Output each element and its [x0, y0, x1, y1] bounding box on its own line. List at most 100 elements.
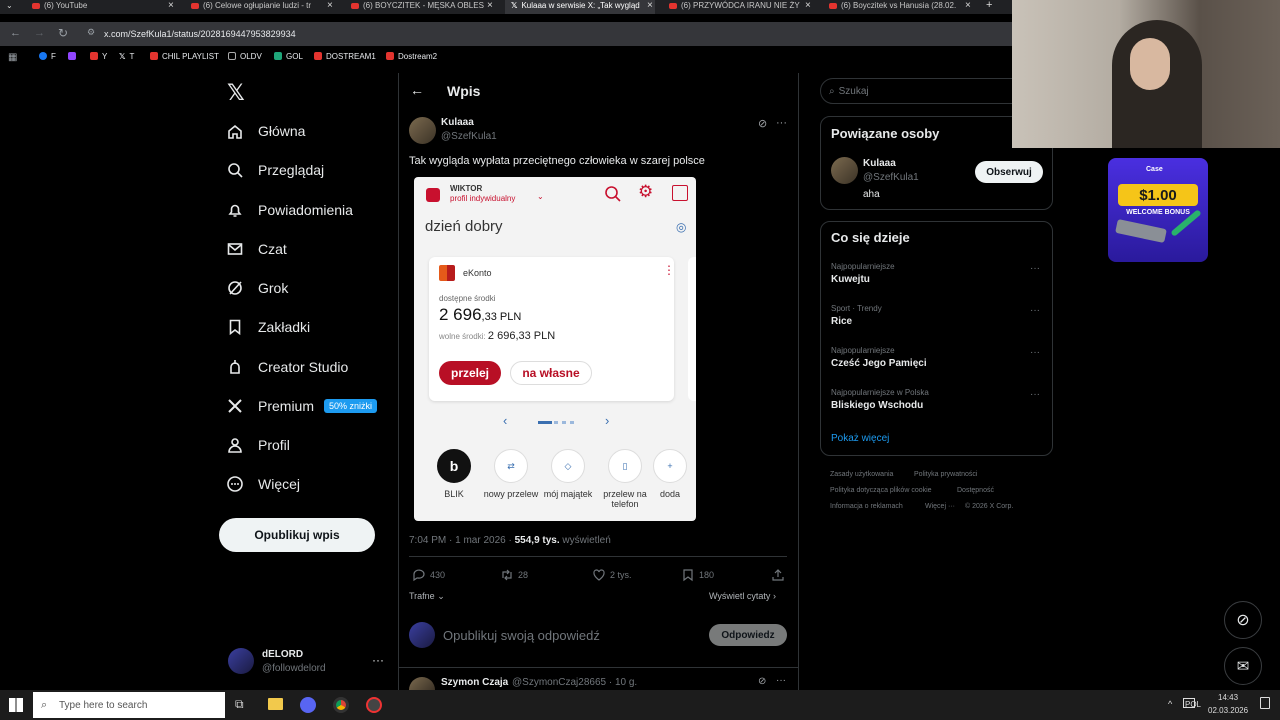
like-action[interactable]: 2 tys.	[592, 568, 632, 582]
related-name[interactable]: Kulaaa	[863, 158, 896, 169]
share-action[interactable]	[771, 568, 789, 582]
reload-icon[interactable]: ↻	[58, 26, 68, 40]
sort-dropdown[interactable]: Trafne ⌄	[409, 591, 445, 602]
related-avatar[interactable]	[831, 157, 858, 184]
post-image[interactable]: WIKTOR profil indywidualny ⌄ ⚙ dzień dob…	[414, 177, 696, 521]
tab-close-icon[interactable]: ×	[168, 0, 174, 11]
browser-tab[interactable]: (6) BOYCZITEK - MĘSKA OBLES	[345, 0, 495, 14]
post-more-icon[interactable]: ···	[776, 117, 787, 129]
nav-item-creator-studio[interactable]: Creator Studio	[226, 353, 348, 381]
bookmark-action[interactable]: 180	[681, 568, 714, 582]
discord-icon[interactable]	[300, 697, 316, 713]
footer-privacy[interactable]: Polityka prywatności	[914, 471, 977, 478]
notification-icon[interactable]	[1260, 697, 1270, 709]
tab-close-icon[interactable]: ×	[487, 0, 493, 11]
browser-tab[interactable]: (6) Boyczitek vs Hanusia (28.02.	[823, 0, 973, 14]
nav-item-zakładki[interactable]: Zakładki	[226, 313, 310, 341]
next-reply-name[interactable]: Szymon Czaja	[441, 677, 508, 688]
home-icon	[228, 124, 242, 139]
next-reply-grok-icon[interactable]: ⊘	[758, 676, 766, 687]
nav-item-więcej[interactable]: Więcej	[226, 470, 300, 498]
account-avatar[interactable]	[228, 648, 254, 674]
reply-button[interactable]: Odpowiedz	[709, 624, 787, 646]
site-info-icon[interactable]: ⚙	[87, 27, 95, 38]
clock-time[interactable]: 14:43	[1218, 693, 1238, 702]
url-text[interactable]: x.com/SzefKula1/status/20281694479538299…	[104, 29, 296, 39]
footer-cookies[interactable]: Polityka dotycząca plików cookie	[830, 487, 932, 494]
floating-grok-button[interactable]: ⊘	[1224, 601, 1262, 639]
clock-date[interactable]: 02.03.2026	[1208, 706, 1248, 715]
nav-item-profil[interactable]: Profil	[226, 431, 290, 459]
reply-action[interactable]: 430	[412, 568, 445, 582]
bookmark-oldv[interactable]: OLDV	[228, 52, 262, 61]
app-icon[interactable]	[366, 697, 382, 713]
footer-ads-info[interactable]: Informacja o reklamach	[830, 503, 903, 510]
nav-item-powiadomienia[interactable]: Powiadomienia	[226, 196, 353, 224]
tab-list-button[interactable]: ⌄	[6, 0, 20, 14]
trend-more-icon[interactable]: ···	[1030, 389, 1040, 400]
tray-chevron-icon[interactable]: ^	[1168, 699, 1172, 709]
trend-item[interactable]: Najpopularniejsze w Polska Bliskiego Wsch…	[831, 388, 929, 411]
floating-messages-button[interactable]: ✉	[1224, 647, 1262, 685]
browser-tab[interactable]: (6) YouTube	[26, 0, 176, 14]
trend-more-icon[interactable]: ···	[1030, 263, 1040, 274]
chrome-icon[interactable]	[333, 697, 349, 713]
new-tab-button[interactable]: +	[986, 0, 992, 14]
bookmark-dostream1[interactable]: DOSTREAM1	[314, 52, 376, 61]
trend-more-icon[interactable]: ···	[1030, 305, 1040, 316]
back-arrow-icon[interactable]: ←	[410, 82, 424, 98]
tab-close-icon[interactable]: ×	[647, 0, 653, 11]
tab-close-icon[interactable]: ×	[327, 0, 333, 11]
language-indicator[interactable]: POL	[1185, 700, 1201, 709]
forward-icon[interactable]: →	[34, 27, 45, 39]
tab-close-icon[interactable]: ×	[805, 0, 811, 11]
bookmark-chil-playlist[interactable]: CHIL PLAYLIST	[150, 52, 219, 61]
trend-more-icon[interactable]: ···	[1030, 347, 1040, 358]
follow-button[interactable]: Obserwuj	[975, 161, 1043, 183]
grok-icon	[228, 281, 242, 295]
x-logo-icon[interactable]: 𝕏	[227, 80, 245, 106]
back-icon[interactable]: ←	[10, 27, 21, 39]
view-quotes-link[interactable]: Wyświetl cytaty ›	[709, 591, 776, 601]
next-reply-avatar[interactable]	[409, 677, 435, 690]
bookmark-f[interactable]: F	[39, 52, 56, 61]
footer-terms[interactable]: Zasady użytkowania	[830, 471, 893, 478]
author-avatar[interactable]	[409, 117, 436, 144]
trend-item[interactable]: Sport · Trendy Rice	[831, 304, 882, 327]
taskbar-search-input[interactable]: ⌕ Type here to search	[33, 692, 225, 718]
tab-close-icon[interactable]: ×	[965, 0, 971, 11]
nav-item-główna[interactable]: Główna	[226, 117, 305, 145]
nav-item-czat[interactable]: Czat	[226, 235, 287, 263]
author-name[interactable]: Kulaaa	[441, 117, 474, 128]
more-icon	[227, 476, 243, 492]
bookmark-y[interactable]: Y	[90, 52, 107, 61]
trend-item[interactable]: Najpopularniejsze Kuwejtu	[831, 262, 895, 285]
footer-accessibility[interactable]: Dostępność	[957, 487, 994, 494]
browser-tab[interactable]: (6) PRZYWÓDCA IRANU NIE ŻY	[663, 0, 813, 14]
repost-action[interactable]: 28	[500, 568, 528, 582]
search-input[interactable]: ⌕ Szukaj	[820, 78, 1040, 104]
browser-tab[interactable]: 𝕏 Kulaaa w serwisie X: „Tak wygląd	[505, 0, 655, 14]
task-view-icon[interactable]: ⧉	[235, 697, 244, 712]
file-explorer-icon[interactable]	[268, 698, 283, 710]
bookmark-dostream2[interactable]: Dostream2	[386, 52, 437, 61]
post-button[interactable]: Opublikuj wpis	[219, 518, 375, 552]
browser-tab[interactable]: (6) Celowe ogłupianie ludzi - tr	[185, 0, 335, 14]
bookmark-twitch[interactable]	[68, 52, 80, 61]
casino-ad[interactable]: Case $1.00 WELCOME BONUS	[1108, 158, 1208, 262]
grok-icon[interactable]: ⊘	[758, 117, 767, 130]
nav-item-przeglądaj[interactable]: Przeglądaj	[226, 156, 324, 184]
next-reply-more-icon[interactable]: ···	[776, 675, 786, 686]
nav-item-label: Powiadomienia	[258, 202, 353, 218]
author-handle[interactable]: @SzefKula1	[441, 131, 497, 142]
footer-more[interactable]: Więcej ···	[925, 503, 955, 510]
bookmark-gol[interactable]: GOL	[274, 52, 303, 61]
trend-item[interactable]: Najpopularniejsze Cześć Jego Pamięci	[831, 346, 927, 369]
reply-input[interactable]: Opublikuj swoją odpowiedź	[443, 628, 600, 643]
bookmark-t[interactable]: 𝕏T	[119, 52, 134, 61]
account-menu-icon[interactable]: ···	[372, 653, 384, 667]
nav-item-grok[interactable]: Grok	[226, 274, 288, 302]
start-icon[interactable]	[9, 698, 23, 712]
nav-item-premium[interactable]: Premium 50% zniżki	[226, 392, 378, 420]
show-more-link[interactable]: Pokaż więcej	[831, 433, 889, 444]
